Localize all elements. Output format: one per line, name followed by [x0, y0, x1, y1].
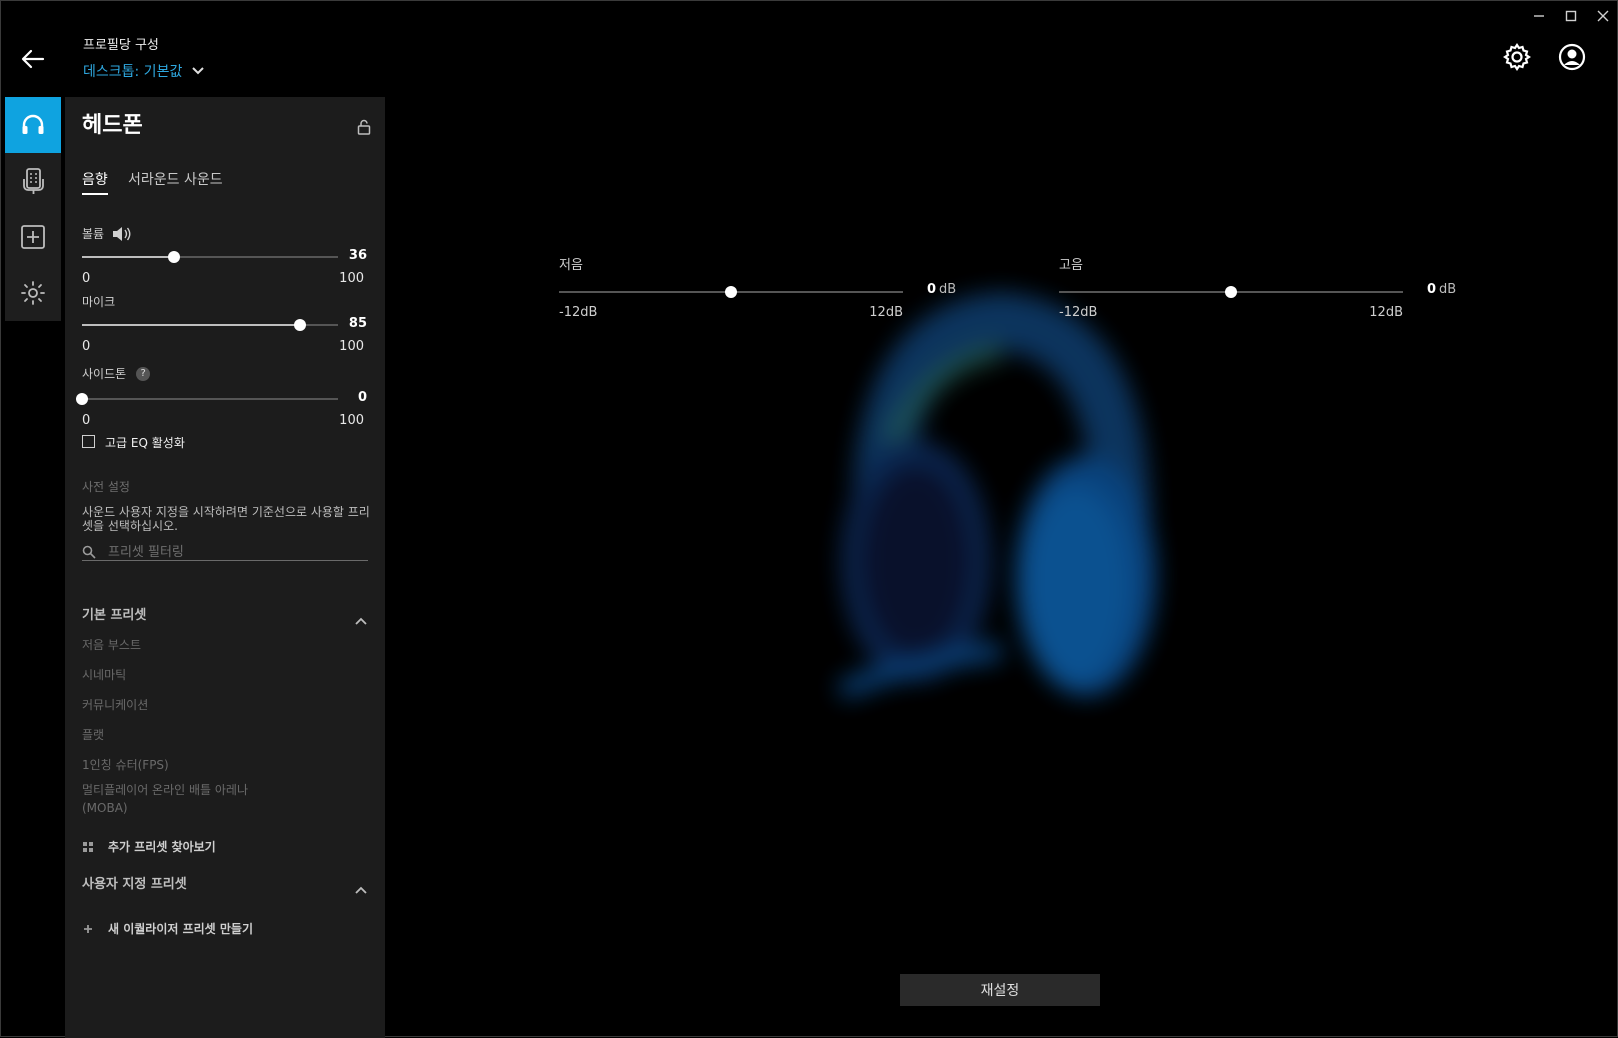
- rail-item-add[interactable]: [5, 209, 61, 265]
- volume-max: 100: [339, 271, 364, 286]
- arrow-left-icon: [21, 49, 45, 69]
- create-eq-preset-button[interactable]: 새 이퀄라이저 프리셋 만들기: [82, 920, 253, 937]
- treble-slider-thumb[interactable]: [1225, 286, 1237, 298]
- default-presets-title: 기본 프리셋: [82, 608, 147, 623]
- plus-icon: [84, 924, 92, 933]
- panel-title: 헤드폰: [82, 113, 143, 138]
- unlock-icon: [357, 119, 371, 135]
- volume-min: 0: [82, 271, 91, 286]
- profile-dropdown-value: 데스크톱: 기본값: [83, 64, 183, 80]
- rail-item-headphones[interactable]: [5, 97, 61, 153]
- bass-slider-thumb[interactable]: [725, 286, 737, 298]
- treble-min: -12dB: [1059, 305, 1098, 320]
- chevron-up-icon: [355, 617, 367, 625]
- advanced-eq-checkbox[interactable]: [82, 435, 95, 448]
- device-feature-rail: [5, 97, 61, 321]
- close-button[interactable]: [1589, 7, 1617, 29]
- bass-value: 0: [927, 282, 937, 297]
- chevron-up-icon: [355, 886, 367, 894]
- bass-value-row: 0 dB: [927, 282, 956, 297]
- mic-slider-thumb[interactable]: [293, 319, 306, 331]
- headphones-icon: [22, 114, 44, 134]
- treble-slider[interactable]: [1059, 286, 1403, 298]
- browse-more-label: 추가 프리셋 찾아보기: [108, 840, 216, 854]
- minimize-button[interactable]: [1525, 7, 1553, 29]
- maximize-icon: [1565, 10, 1577, 22]
- preset-moba[interactable]: 멀티플레이어 온라인 배틀 아레나(MOBA): [82, 781, 262, 817]
- preset-bass-boost[interactable]: 저음 부스트: [82, 636, 141, 654]
- preset-filter-field[interactable]: 프리셋 필터링: [82, 539, 368, 561]
- reset-button[interactable]: 재설정: [900, 974, 1100, 1006]
- browse-more-presets-button[interactable]: 추가 프리셋 찾아보기: [82, 838, 216, 855]
- headphone-settings-panel: 헤드폰 음향 서라운드 사운드 볼륨 36 0 100 마이크 85 0 100…: [65, 97, 385, 1038]
- volume-value: 36: [348, 248, 367, 263]
- volume-slider-thumb[interactable]: [168, 251, 181, 263]
- presets-header: 사전 설정: [82, 480, 130, 494]
- minimize-icon: [1534, 15, 1544, 17]
- settings-button[interactable]: [1501, 41, 1533, 73]
- sidetone-slider[interactable]: [76, 393, 338, 405]
- profile-dropdown[interactable]: 데스크톱: 기본값: [83, 61, 205, 81]
- back-button[interactable]: [19, 45, 47, 73]
- sidetone-value: 0: [357, 390, 367, 405]
- preset-flat[interactable]: 플랫: [82, 726, 104, 744]
- close-icon: [1597, 10, 1609, 22]
- volume-label-row: 볼륨: [82, 225, 132, 242]
- collapse-custom-presets-button[interactable]: [355, 879, 367, 894]
- treble-value: 0: [1427, 282, 1437, 297]
- treble-label: 고음: [1059, 258, 1083, 273]
- help-icon[interactable]: ?: [136, 366, 151, 381]
- preset-cinematic[interactable]: 시네마틱: [82, 666, 126, 684]
- advanced-eq-label: 고급 EQ 활성화: [105, 436, 185, 450]
- create-eq-preset-label: 새 이퀄라이저 프리셋 만들기: [108, 922, 254, 936]
- sidetone-slider-thumb[interactable]: [76, 393, 88, 405]
- preset-filter-placeholder: 프리셋 필터링: [108, 545, 184, 560]
- treble-unit: dB: [1439, 282, 1457, 297]
- sidetone-max: 100: [339, 413, 364, 428]
- add-icon: [21, 225, 45, 249]
- mic-min: 0: [82, 339, 91, 354]
- volume-slider[interactable]: [82, 251, 338, 263]
- bass-label: 저음: [559, 258, 583, 273]
- bass-min: -12dB: [559, 305, 598, 320]
- preset-fps[interactable]: 1인칭 슈터(FPS): [82, 756, 169, 774]
- mic-label: 마이크: [82, 295, 116, 309]
- sidetone-min: 0: [82, 413, 91, 428]
- rail-item-lighting[interactable]: [5, 265, 61, 321]
- mic-slider[interactable]: [82, 319, 338, 331]
- bass-max: 12dB: [869, 305, 903, 320]
- bass-slider[interactable]: [559, 286, 903, 298]
- tab-surround[interactable]: 서라운드 사운드: [128, 169, 223, 189]
- user-icon: [1558, 43, 1586, 71]
- preset-communication[interactable]: 커뮤니케이션: [82, 696, 148, 714]
- mic-max: 100: [339, 339, 364, 354]
- sidetone-label: 사이드톤: [82, 367, 127, 381]
- account-button[interactable]: [1556, 41, 1588, 73]
- maximize-button[interactable]: [1557, 7, 1585, 29]
- speaker-icon: [113, 226, 131, 241]
- brightness-icon: [21, 281, 45, 305]
- rail-item-device[interactable]: [5, 153, 61, 209]
- lock-button[interactable]: [357, 119, 371, 135]
- grid-icon: [83, 841, 93, 852]
- bass-unit: dB: [939, 282, 957, 297]
- volume-label: 볼륨: [82, 227, 105, 241]
- mic-value: 85: [348, 316, 367, 331]
- device-icon: [23, 168, 44, 194]
- tab-sound[interactable]: 음향: [82, 169, 108, 195]
- headset-image: [821, 291, 1181, 731]
- headset-illustration: [837, 291, 1156, 700]
- treble-max: 12dB: [1369, 305, 1403, 320]
- profile-config-label: 프로필당 구성: [83, 38, 159, 53]
- search-icon: [82, 545, 96, 559]
- custom-presets-title: 사용자 지정 프리셋: [82, 877, 187, 892]
- collapse-default-presets-button[interactable]: [355, 610, 367, 625]
- treble-value-row: 0 dB: [1427, 282, 1456, 297]
- gear-icon: [1503, 43, 1531, 71]
- presets-description: 사운드 사용자 지정을 시작하려면 기준선으로 사용할 프리셋을 선택하십시오.: [82, 505, 370, 533]
- chevron-down-icon: [192, 67, 205, 75]
- sidetone-label-row: 사이드톤 ?: [82, 365, 151, 382]
